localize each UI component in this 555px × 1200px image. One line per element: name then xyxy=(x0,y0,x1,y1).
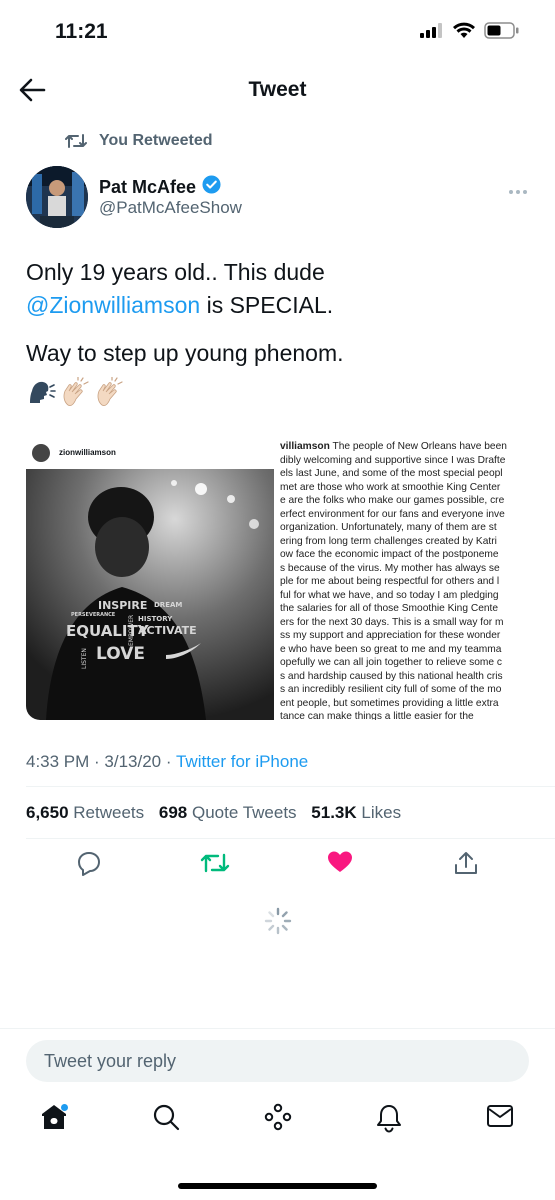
likes-count: 51.3K xyxy=(311,803,357,822)
tweet-actions xyxy=(0,850,555,880)
notifications-tab-icon[interactable] xyxy=(375,1103,403,1138)
tweet-line1-post: is SPECIAL. xyxy=(200,292,334,318)
ig-username: zionwilliamson xyxy=(59,448,116,457)
speaking-head-icon xyxy=(30,381,56,403)
shirt-word-inspire: INSPIRE xyxy=(98,599,147,612)
messages-tab-icon[interactable] xyxy=(486,1103,514,1134)
clapping-hands-icon xyxy=(63,377,89,407)
media-photo: INSPIRE DREAM EQUALITY HISTORY ACTIVATE … xyxy=(26,469,274,720)
reply-divider xyxy=(0,1028,555,1029)
like-heart-icon[interactable] xyxy=(327,850,353,879)
shirt-word-activate: ACTIVATE xyxy=(138,624,197,637)
page-title: Tweet xyxy=(248,78,307,101)
tweet-stats: 6,650 Retweets 698 Quote Tweets 51.3K Li… xyxy=(26,803,401,823)
bottom-tab-bar xyxy=(0,1103,555,1148)
tweet-media-image[interactable]: zionwilliamson INSPIRE DREAM EQUALITY HI… xyxy=(26,436,529,720)
shirt-word-listen: LISTEN xyxy=(81,648,88,669)
tweet-source-link[interactable]: Twitter for iPhone xyxy=(176,752,308,771)
meta-separator-2: · xyxy=(161,752,176,771)
caption-text: The people of New Orleans have been dibl… xyxy=(280,441,507,720)
status-bar: 11:21 xyxy=(0,0,555,60)
divider-2 xyxy=(26,838,555,839)
home-indicator xyxy=(178,1183,377,1189)
top-nav: Tweet xyxy=(0,68,555,112)
tweet-text: Only 19 years old.. This dude @Zionwillia… xyxy=(26,256,536,385)
tweet-meta: 4:33 PM · 3/13/20 · Twitter for iPhone xyxy=(26,752,308,772)
signal-icon xyxy=(420,23,444,43)
spaces-tab-icon[interactable] xyxy=(263,1103,293,1136)
battery-icon xyxy=(484,22,520,44)
clapping-hands-icon-2 xyxy=(97,377,123,407)
ig-post-header: zionwilliamson xyxy=(26,436,276,469)
tweet-time: 4:33 PM xyxy=(26,752,90,771)
status-time: 11:21 xyxy=(55,20,108,43)
author-handle[interactable]: @PatMcAfeeShow xyxy=(99,198,242,218)
tweet-line2: Way to step up young phenom. xyxy=(26,340,344,366)
shirt-word-empower: EMPOWER xyxy=(128,615,135,646)
divider xyxy=(26,786,555,787)
retweet-context-label: You Retweeted xyxy=(99,132,213,149)
retweets-label: Retweets xyxy=(68,803,145,822)
media-caption: villiamson The people of New Orleans hav… xyxy=(280,440,529,720)
retweet-icon xyxy=(65,134,87,148)
shirt-word-dream: DREAM xyxy=(154,601,182,609)
verified-badge-icon xyxy=(202,175,221,199)
loading-spinner-icon xyxy=(264,907,292,940)
retweets-stat[interactable]: 6,650 Retweets xyxy=(26,803,144,822)
author-name[interactable]: Pat McAfee xyxy=(99,177,196,198)
quotes-count: 698 xyxy=(158,803,188,822)
search-tab-icon[interactable] xyxy=(152,1103,180,1136)
shirt-word-love: LOVE xyxy=(96,644,145,664)
reply-input[interactable] xyxy=(42,1050,506,1073)
shirt-word-history: HISTORY xyxy=(138,615,173,623)
tweet-date: 3/13/20 xyxy=(104,752,162,771)
ig-avatar xyxy=(32,443,50,462)
avatar[interactable] xyxy=(26,166,88,228)
mention-link[interactable]: @Zionwilliamson xyxy=(26,292,200,318)
wifi-icon xyxy=(452,21,476,44)
meta-separator: · xyxy=(89,752,105,771)
retweets-count: 6,650 xyxy=(26,803,69,822)
retweet-context: You Retweeted xyxy=(65,132,213,150)
reply-box[interactable] xyxy=(26,1040,529,1082)
home-unread-dot xyxy=(61,1104,68,1111)
more-options-icon[interactable] xyxy=(508,182,528,200)
likes-label: Likes xyxy=(356,803,402,822)
quotes-stat[interactable]: 698 Quote Tweets xyxy=(159,803,297,822)
author-name-row[interactable]: Pat McAfee xyxy=(99,175,221,199)
retweet-button-icon[interactable] xyxy=(200,850,230,881)
likes-stat[interactable]: 51.3K Likes xyxy=(311,803,401,822)
caption-username: villiamson xyxy=(280,441,330,452)
quotes-label: Quote Tweets xyxy=(187,803,297,822)
shirt-word-perseverance: PERSEVERANCE xyxy=(71,612,116,618)
emoji-row: 🗣👏🏻👏🏻 xyxy=(26,377,124,407)
share-icon[interactable] xyxy=(453,850,479,881)
reply-icon[interactable] xyxy=(76,850,102,881)
tweet-line1-pre: Only 19 years old.. This dude xyxy=(26,259,325,285)
